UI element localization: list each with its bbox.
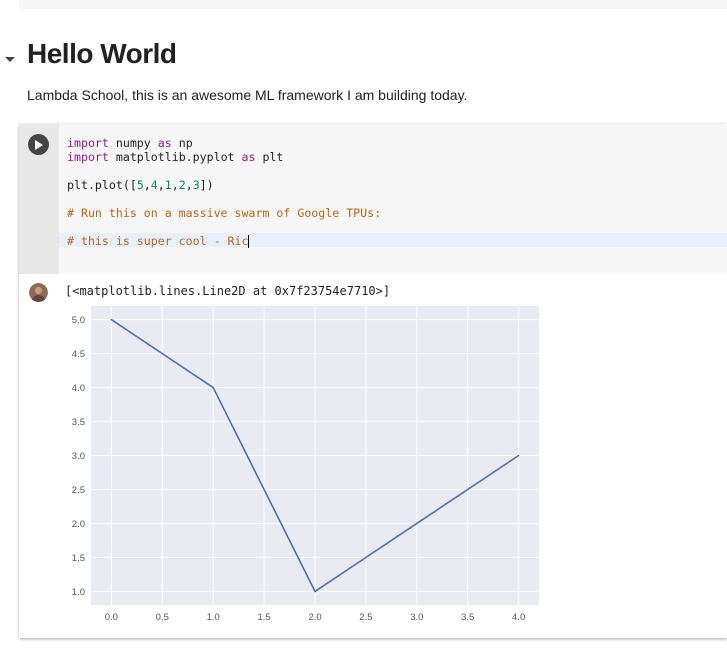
code-text: ])	[199, 178, 214, 192]
y-tick-label: 3.5	[72, 417, 85, 428]
section-title: Hello World	[27, 38, 177, 69]
play-icon	[35, 139, 43, 150]
previous-cell-strip	[19, 0, 727, 9]
text-cursor	[248, 235, 250, 248]
data-point	[517, 454, 520, 457]
code-text: matplotlib.pyplot	[108, 150, 242, 164]
x-tick-label: 4.0	[512, 612, 525, 623]
number-literal: 1	[164, 178, 172, 192]
output-text: [<matplotlib.lines.Line2D at 0x7f23754e7…	[65, 284, 391, 298]
keyword: as	[157, 136, 172, 150]
keyword: as	[241, 150, 256, 164]
code-text: plt.plot([	[67, 178, 137, 192]
code-text: ,	[157, 178, 165, 192]
number-literal: 4	[150, 178, 158, 192]
number-literal: 3	[192, 178, 200, 192]
code-editor[interactable]: import numpy as np import matplotlib.pyp…	[59, 124, 727, 274]
x-tick-label: 1.5	[257, 612, 270, 623]
code-line-5: # this is super cool - Ric	[67, 234, 250, 248]
data-point	[110, 318, 113, 321]
y-tick-label: 1.0	[72, 587, 85, 598]
number-literal: 5	[136, 178, 144, 192]
code-line-1: import numpy as np	[67, 136, 193, 150]
x-tick-label: 0.5	[156, 612, 169, 623]
y-tick-label: 4.0	[72, 383, 85, 394]
code-line-3: plt.plot([5,4,1,2,3])	[67, 178, 214, 192]
code-text: numpy	[108, 136, 158, 150]
data-point	[416, 522, 418, 525]
x-tick-label: 0.0	[105, 612, 118, 623]
data-point	[212, 386, 214, 389]
x-tick-label: 1.0	[207, 612, 220, 623]
y-tick-label: 4.5	[72, 349, 85, 360]
x-tick-label: 3.0	[410, 612, 423, 623]
code-comment-1: # Run this on a massive swarm of Google …	[67, 206, 382, 220]
code-text: np	[171, 136, 193, 150]
code-text: ,	[185, 178, 193, 192]
x-tick-label: 2.0	[308, 612, 321, 623]
run-cell-button[interactable]	[28, 134, 49, 155]
x-tick-label: 3.5	[461, 612, 474, 623]
keyword: import	[67, 150, 109, 164]
number-literal: 2	[178, 178, 186, 192]
code-gutter	[19, 124, 59, 274]
keyword: import	[67, 136, 109, 150]
y-tick-label: 1.5	[72, 553, 85, 564]
code-text: ,	[143, 178, 151, 192]
text-cell[interactable]: Lambda School, this is an awesome ML fra…	[27, 87, 467, 103]
code-line-2: import matplotlib.pyplot as plt	[67, 150, 283, 164]
caret-down-icon[interactable]	[4, 53, 16, 65]
x-tick-label: 2.5	[359, 612, 372, 623]
data-point	[314, 590, 316, 593]
code-text: ,	[171, 178, 179, 192]
code-comment-2: # this is super cool - Ric	[67, 234, 249, 248]
y-tick-label: 3.0	[72, 451, 85, 462]
y-tick-label: 2.5	[72, 485, 85, 496]
line-plot: 0.0 0.5 1.0 1.5 2.0 2.5 3.0 3.5 4.0 1.0 1.5 2.0 2.5 3…	[72, 306, 539, 623]
y-tick-label: 5.0	[72, 315, 85, 326]
code-text: plt	[255, 150, 284, 164]
y-tick-label: 2.0	[72, 519, 85, 530]
user-avatar-icon	[29, 283, 48, 302]
